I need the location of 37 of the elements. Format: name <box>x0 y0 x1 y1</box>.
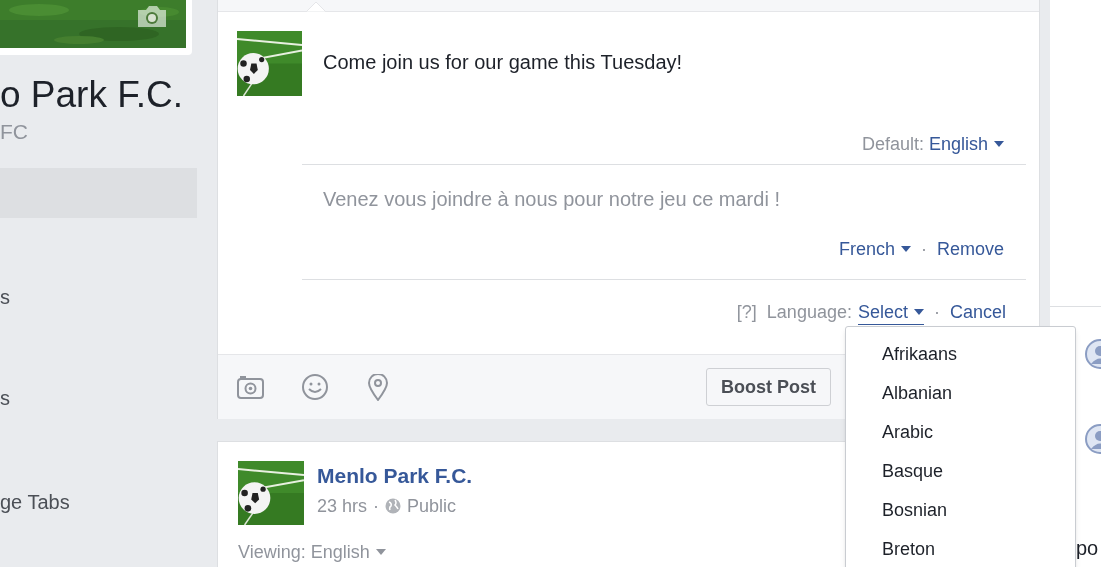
separator-dot: · <box>373 495 380 517</box>
default-language-link[interactable]: English <box>928 131 988 156</box>
smiley-icon[interactable] <box>302 374 328 400</box>
location-pin-icon[interactable] <box>368 373 388 401</box>
caret-icon[interactable] <box>994 140 1004 147</box>
side-text: po <box>1076 536 1099 560</box>
post-text: Come join us for our game this Tuesday! <box>323 50 683 75</box>
boost-post-button[interactable]: Boost Post <box>706 368 831 406</box>
language-label: Language: <box>766 301 852 324</box>
caret-icon[interactable] <box>900 246 911 252</box>
audience-label: Public <box>407 495 457 517</box>
translation-text: Venez vous joindre à nous pour notre jeu ce mardi ! <box>323 187 781 211</box>
menu-item[interactable]: Bosnian <box>846 491 1075 530</box>
menu-item[interactable]: Afrikaans <box>846 335 1075 374</box>
translation-language-link[interactable]: French <box>838 237 895 261</box>
sidebar-item[interactable]: ge Tabs <box>0 490 197 514</box>
photo-icon[interactable] <box>237 375 264 399</box>
separator-dot: · <box>933 301 940 324</box>
separator-dot: · <box>920 238 927 261</box>
sidebar-item[interactable]: s <box>0 386 197 410</box>
caret-icon[interactable] <box>375 549 386 555</box>
language-select[interactable]: Select <box>857 300 924 325</box>
page-name: o Park F.C. <box>0 75 184 115</box>
select-text: Select <box>857 301 908 324</box>
sidebar-item[interactable]: s <box>0 285 197 309</box>
menu-item[interactable]: Albanian <box>846 374 1075 413</box>
page-username: FC <box>0 120 29 144</box>
camera-icon[interactable] <box>136 4 168 28</box>
cancel-link[interactable]: Cancel <box>949 300 1006 324</box>
menu-item[interactable]: Arabic <box>846 413 1075 452</box>
default-language-label: Default: <box>861 132 924 156</box>
globe-icon <box>385 498 402 514</box>
author-name[interactable]: Menlo Park F.C. <box>317 463 473 489</box>
remove-link[interactable]: Remove <box>936 237 1004 261</box>
caret-icon[interactable] <box>913 309 924 315</box>
menu-item[interactable]: Breton <box>846 530 1075 567</box>
menu-item[interactable]: Basque <box>846 452 1075 491</box>
